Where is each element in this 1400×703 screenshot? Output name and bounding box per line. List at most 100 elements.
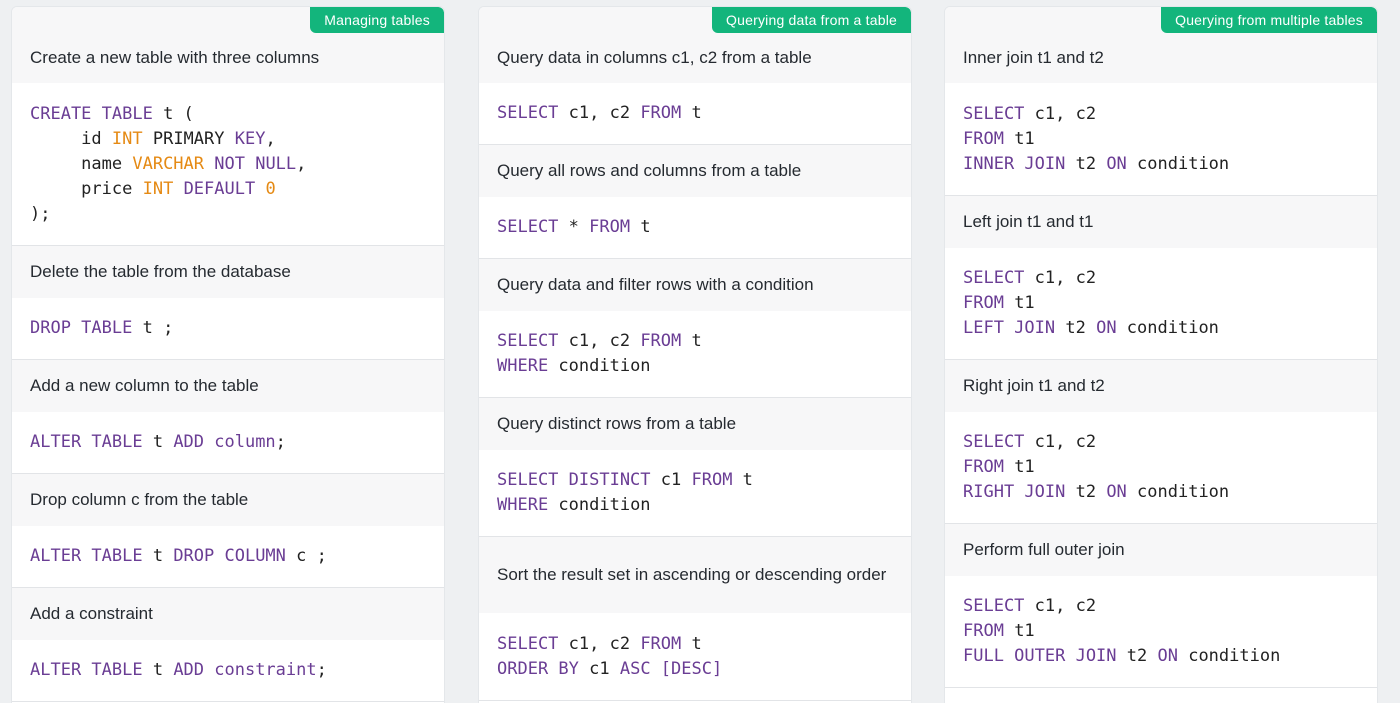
column-querying-multiple-tables: Querying from multiple tables Inner join… (944, 6, 1378, 703)
code-snippet: SELECT c1, c2 FROM t ORDER BY c1 ASC [DES… (479, 613, 911, 701)
sql-keyword: SELECT (497, 217, 559, 237)
code-snippet: SELECT c1, c2 FROM t1 FULL OUTER JOIN t2 O… (945, 576, 1377, 688)
code-line: SELECT * FROM t (497, 215, 893, 240)
code-line: price INT DEFAULT 0 (30, 177, 426, 202)
code-snippet: SELECT DISTINCT c1 FROM t WHERE condition (479, 450, 911, 537)
section-title-text: Query data in columns c1, c2 from a tabl… (497, 48, 812, 67)
sql-keyword: SELECT (963, 103, 1025, 124)
code-text: c1 (578, 658, 620, 679)
code-line: ALTER TABLE t DROP COLUMN c ; (30, 544, 426, 569)
sql-keyword: [DESC] (650, 658, 723, 679)
sql-keyword: SELECT (497, 331, 559, 351)
code-line: FULL OUTER JOIN t2 ON condition (963, 644, 1359, 669)
section-title: Perform full outer join (945, 524, 1377, 576)
section-title-text: Query data and filter rows with a condit… (497, 275, 814, 294)
code-text: id (30, 128, 112, 149)
code-snippet: SELECT c1, c2 FROM t1 RIGHT JOIN t2 ON con… (945, 412, 1377, 524)
sql-keyword: SELECT (497, 103, 559, 123)
section-title: Query distinct rows from a table (479, 398, 911, 450)
sql-keyword: DROP COLUMN (173, 546, 286, 566)
sql-keyword: ON (1096, 318, 1117, 338)
sql-keyword: ADD constraint (173, 660, 317, 680)
sql-keyword: ON (1106, 153, 1127, 174)
code-text: condition (1116, 318, 1219, 338)
section-title: Query data and filter rows with a condit… (479, 259, 911, 311)
section-list: Create a new table with three columns CRE… (12, 7, 444, 702)
sql-keyword: ON (1106, 482, 1127, 502)
section-title-text: Create a new table with three columns (30, 48, 320, 67)
code-line: id INT PRIMARY KEY, (30, 127, 426, 152)
code-text: ; (275, 432, 286, 452)
code-text: ); (30, 203, 51, 224)
code-text: c ; (285, 546, 327, 566)
code-text: condition (548, 495, 651, 515)
code-text: c1, c2 (1024, 103, 1097, 124)
sql-keyword: FROM (640, 331, 682, 351)
code-text: t (142, 432, 174, 452)
section-title-text: Query all rows and columns from a table (497, 161, 802, 180)
code-text: c1, c2 (558, 103, 641, 123)
code-line: ALTER TABLE t ADD column; (30, 430, 426, 455)
code-line: WHERE condition (497, 354, 893, 379)
sql-keyword: FROM (963, 128, 1004, 149)
code-line: ORDER BY c1 ASC [DESC] (497, 657, 893, 682)
code-text: , (265, 128, 276, 149)
sql-keyword: FROM (589, 217, 631, 237)
sql-keyword: SELECT (963, 432, 1025, 452)
sql-type: INT (111, 128, 143, 149)
code-line: WHERE condition (497, 493, 893, 518)
code-line: SELECT c1, c2 (963, 594, 1359, 619)
section-title-text: Delete the table from the database (30, 262, 291, 281)
code-text: t (681, 331, 702, 351)
code-line: FROM t1 (963, 619, 1359, 644)
sql-keyword: INNER JOIN (963, 153, 1066, 174)
code-text: c1, c2 (1024, 596, 1097, 616)
code-line: ); (30, 202, 426, 227)
code-text: t (630, 217, 651, 237)
sql-keyword: CREATE TABLE (30, 103, 153, 124)
sql-keyword: FROM (963, 621, 1004, 641)
code-line: FROM t1 (963, 127, 1359, 152)
code-text: c1, c2 (558, 633, 641, 654)
code-snippet: SELECT * FROM t (479, 197, 911, 259)
code-text: , (296, 153, 307, 174)
section-title-text: Right join t1 and t2 (963, 376, 1105, 395)
sql-keyword: DEFAULT (183, 178, 256, 199)
section-title: Left join t1 and t1 (945, 196, 1377, 248)
code-snippet: ALTER TABLE t ADD constraint; (12, 640, 444, 702)
code-text: t (142, 546, 174, 566)
section-title: Right join t1 and t2 (945, 360, 1377, 412)
code-snippet: SELECT c1, c2 FROM t1 INNER JOIN t2 ON con… (945, 83, 1377, 196)
code-text: t (681, 103, 702, 123)
code-line: INNER JOIN t2 ON condition (963, 152, 1359, 177)
code-text: c1 (650, 470, 692, 490)
code-text: condition (548, 356, 651, 376)
section-list: Inner join t1 and t2 SELECT c1, c2 FROM t1… (945, 7, 1377, 688)
column-querying-single-table: Querying data from a table Query data in… (478, 6, 912, 703)
code-text: condition (1126, 482, 1230, 502)
code-snippet: ALTER TABLE t ADD column; (12, 412, 444, 474)
code-line: CREATE TABLE t ( (30, 102, 426, 127)
code-text: c1, c2 (1024, 432, 1097, 452)
code-text: t1 (1003, 293, 1035, 313)
code-text: c1, c2 (558, 331, 641, 351)
section-title-text: Perform full outer join (963, 540, 1125, 559)
code-snippet: SELECT c1, c2 FROM t1 LEFT JOIN t2 ON cond… (945, 248, 1377, 360)
section-title-text: Left join t1 and t1 (963, 212, 1094, 231)
sql-keyword: WHERE (497, 495, 549, 515)
sql-keyword: SELECT DISTINCT (497, 470, 651, 490)
sql-keyword: ALTER TABLE (30, 432, 143, 452)
code-text: t2 (1065, 482, 1107, 502)
code-text: t (681, 633, 702, 654)
sql-keyword: FROM (640, 633, 682, 654)
sql-keyword: NOT NULL (214, 153, 297, 174)
code-line: ALTER TABLE t ADD constraint; (30, 658, 426, 683)
category-badge: Managing tables (310, 7, 444, 33)
code-line: FROM t1 (963, 291, 1359, 316)
category-badge: Querying data from a table (712, 7, 911, 33)
code-text: t ; (132, 318, 174, 338)
sql-keyword: FROM (640, 103, 682, 123)
code-text: t (732, 470, 753, 490)
